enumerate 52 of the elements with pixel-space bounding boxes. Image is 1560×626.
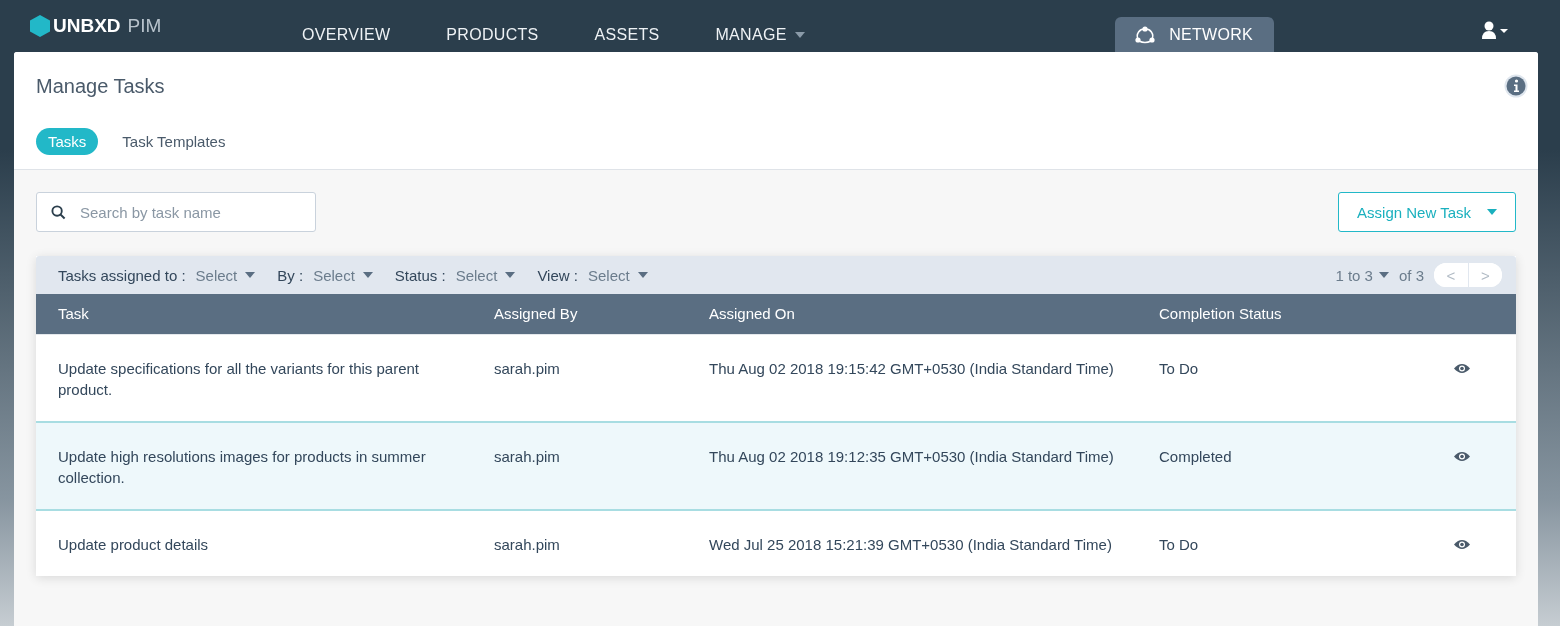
column-header: Assigned On: [709, 294, 1159, 334]
table-cell: Completed: [1159, 422, 1454, 510]
nav-item[interactable]: OVERVIEW: [302, 26, 391, 44]
table-cell: Thu Aug 02 2018 19:12:35 GMT+0530 (India Standard Time): [709, 422, 1159, 510]
nav-item[interactable]: MANAGE: [715, 26, 805, 44]
hexagon-logo-icon: [30, 15, 50, 37]
table-cell: Update high resolutions images for products in summer collection.: [36, 422, 494, 510]
filter-dropdown[interactable]: Select: [195, 266, 256, 284]
table-cell: sarah.pim: [494, 334, 709, 422]
info-icon[interactable]: [1504, 74, 1528, 98]
table-cell: To Do: [1159, 334, 1454, 422]
filter-dropdown[interactable]: Select: [455, 266, 516, 284]
table-cell: Thu Aug 02 2018 19:15:42 GMT+0530 (India Standard Time): [709, 334, 1159, 422]
eye-icon[interactable]: [1454, 539, 1470, 550]
nav-item[interactable]: ASSETS: [594, 26, 660, 44]
search-field[interactable]: Search by task name: [36, 192, 316, 232]
caret-icon: [794, 32, 805, 38]
eye-icon[interactable]: [1454, 451, 1470, 462]
eye-icon[interactable]: [1454, 362, 1470, 374]
nav-item[interactable]: PRODUCTS: [446, 26, 539, 44]
brand-product: PIM: [127, 15, 162, 37]
table-cell: Update product details: [36, 510, 494, 576]
assign-new-task-button[interactable]: Assign New Task: [1338, 192, 1516, 232]
page-range-dropdown[interactable]: 1 to 3: [1335, 266, 1389, 284]
filter-label: View :: [537, 266, 578, 284]
column-header: Completion Status: [1159, 294, 1454, 334]
table-cell: Update specifications for all the variants for this parent product.: [36, 334, 494, 422]
search-icon: [51, 205, 66, 220]
caret-icon: [505, 272, 516, 278]
table-row[interactable]: Update product details sarah.pim Wed Jul 25 2018 15:21:39 GMT+0530 (India Standard Time) To Do: [36, 510, 1516, 576]
network-icon: [1135, 25, 1156, 44]
caret-icon: [637, 272, 648, 278]
caret-icon: [245, 272, 256, 278]
network-tab[interactable]: NETWORK: [1114, 17, 1274, 52]
caret-icon: [362, 272, 373, 278]
column-header: Assigned By: [494, 294, 709, 334]
table-cell: sarah.pim: [494, 422, 709, 510]
tab[interactable]: Task Templates: [110, 128, 238, 155]
column-header: Task: [36, 294, 494, 334]
filter-label: By :: [277, 266, 304, 284]
filter-dropdown[interactable]: Select: [587, 266, 648, 284]
table-cell: To Do: [1159, 510, 1454, 576]
table-cell: Wed Jul 25 2018 15:21:39 GMT+0530 (India Standard Time): [709, 510, 1159, 576]
brand-name: UNBXD: [53, 15, 121, 37]
page-total: of 3: [1398, 266, 1424, 284]
caret-icon: [1487, 209, 1497, 215]
page-title: Manage Tasks: [36, 74, 165, 98]
filter-label: Tasks assigned to :: [58, 266, 186, 284]
table-cell: sarah.pim: [494, 510, 709, 576]
filter-dropdown[interactable]: Select: [313, 266, 373, 284]
filter-label: Status :: [394, 266, 446, 284]
caret-icon: [1378, 272, 1389, 278]
